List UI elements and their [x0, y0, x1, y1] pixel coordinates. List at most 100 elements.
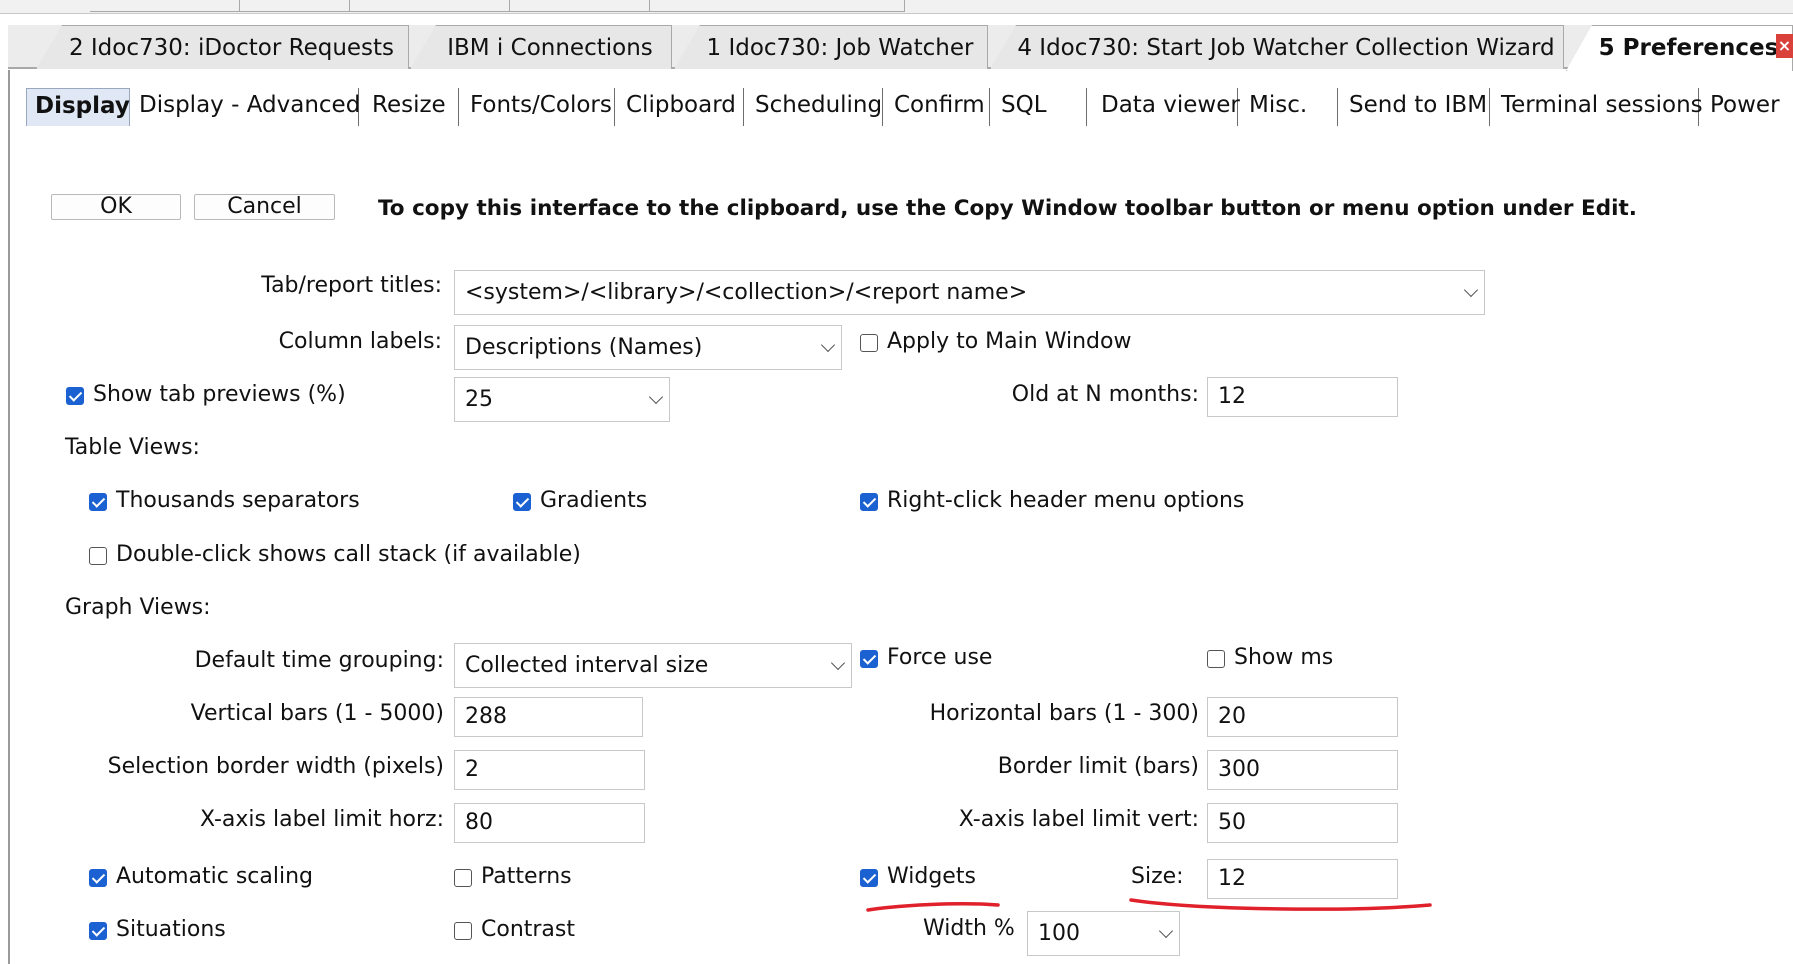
old-at-n-months-label: Old at N months: [1011, 382, 1199, 407]
default-time-grouping-dropdown[interactable]: Collected interval size [454, 643, 852, 688]
doc-tab-start-job-watcher-wizard[interactable]: 4 Idoc730: Start Job Watcher Collection … [990, 25, 1564, 69]
patterns-label: Patterns [481, 864, 572, 889]
horizontal-bars-input[interactable]: 20 [1207, 697, 1398, 737]
old-at-n-months-input[interactable]: 12 [1207, 377, 1398, 417]
show-ms-checkbox[interactable] [1207, 650, 1225, 668]
doc-tab-idoctor-requests[interactable]: 2 Idoc730: iDoctor Requests [36, 25, 409, 69]
x-axis-horz-label: X-axis label limit horz: [200, 807, 444, 832]
pref-tab-sql[interactable]: SQL [993, 88, 1087, 126]
x-axis-vert-input[interactable]: 50 [1207, 803, 1398, 843]
old-at-n-months-value: 12 [1218, 384, 1246, 409]
pref-tab-fonts-colors[interactable]: Fonts/Colors [462, 88, 615, 126]
x-axis-vert-value: 50 [1218, 810, 1246, 835]
contrast-label: Contrast [481, 917, 576, 942]
doc-tab-job-watcher[interactable]: 1 Idoc730: Job Watcher [674, 25, 988, 69]
show-tab-previews-checkbox[interactable] [66, 387, 84, 405]
toolbar-segment [510, 0, 650, 12]
graph-views-heading: Graph Views: [65, 595, 211, 620]
pref-tab-scheduling[interactable]: Scheduling [747, 88, 883, 126]
pref-tab-confirm[interactable]: Confirm [886, 88, 990, 126]
ok-button[interactable]: OK [51, 194, 181, 220]
selection-border-width-input[interactable]: 2 [454, 750, 645, 790]
x-axis-vert-label: X-axis label limit vert: [958, 807, 1199, 832]
thousands-separators-checkbox[interactable] [89, 493, 107, 511]
width-percent-label: Width % [923, 916, 1015, 941]
document-tab-bar: 2 Idoc730: iDoctor Requests IBM i Connec… [8, 25, 1793, 71]
selection-border-width-value: 2 [465, 757, 479, 782]
close-tab-icon[interactable]: × [1776, 34, 1793, 58]
selection-border-width-label: Selection border width (pixels) [107, 754, 444, 779]
widgets-checkbox[interactable] [860, 869, 878, 887]
chevron-down-icon [830, 655, 846, 670]
tab-report-titles-label: Tab/report titles: [261, 273, 442, 298]
default-time-grouping-value: Collected interval size [465, 652, 709, 678]
toolbar-segment [350, 0, 510, 12]
pref-tab-display[interactable]: Display [26, 88, 130, 126]
toolbar-segment [240, 0, 350, 12]
toolbar-segment [90, 0, 240, 12]
tab-report-titles-value: <system>/<library>/<collection>/<report … [465, 279, 1028, 305]
double-click-call-stack-label: Double-click shows call stack (if availa… [116, 542, 581, 567]
tab-report-titles-dropdown[interactable]: <system>/<library>/<collection>/<report … [454, 270, 1485, 315]
thousands-separators-label: Thousands separators [116, 488, 360, 513]
border-limit-input[interactable]: 300 [1207, 750, 1398, 790]
cancel-button[interactable]: Cancel [194, 194, 335, 220]
copy-hint-text: To copy this interface to the clipboard,… [378, 196, 1637, 221]
horizontal-bars-label: Horizontal bars (1 - 300) [929, 701, 1199, 726]
widgets-underline [866, 902, 1000, 912]
x-axis-horz-value: 80 [465, 810, 493, 835]
horizontal-bars-value: 20 [1218, 704, 1246, 729]
show-tab-previews-dropdown[interactable]: 25 [454, 377, 670, 422]
size-input[interactable]: 12 [1207, 859, 1398, 899]
apply-main-window-checkbox[interactable] [860, 334, 878, 352]
column-labels-label: Column labels: [278, 329, 442, 354]
pref-tab-clipboard[interactable]: Clipboard [618, 88, 744, 126]
width-percent-value: 100 [1038, 920, 1080, 946]
pref-tab-display-advanced[interactable]: Display - Advanced [131, 88, 360, 126]
toolbar-segment [650, 0, 905, 12]
automatic-scaling-checkbox[interactable] [89, 869, 107, 887]
vertical-bars-input[interactable]: 288 [454, 697, 643, 737]
default-time-grouping-label: Default time grouping: [194, 648, 444, 673]
situations-checkbox[interactable] [89, 922, 107, 940]
gradients-label: Gradients [540, 488, 648, 513]
chevron-down-icon [648, 389, 664, 404]
right-click-header-checkbox[interactable] [860, 493, 878, 511]
pref-tab-resize[interactable]: Resize [364, 88, 459, 126]
size-label: Size: [1131, 864, 1184, 889]
column-labels-dropdown[interactable]: Descriptions (Names) [454, 325, 842, 370]
contrast-checkbox[interactable] [454, 922, 472, 940]
doc-tab-ibm-i-connections[interactable]: IBM i Connections [410, 25, 672, 69]
force-use-checkbox[interactable] [860, 650, 878, 668]
chevron-down-icon [820, 337, 836, 352]
size-underline [1129, 898, 1432, 911]
show-tab-previews-label: Show tab previews (%) [93, 382, 346, 407]
doc-tab-preferences[interactable]: 5 Preferences [1566, 25, 1793, 71]
pref-tab-power[interactable]: Power [1702, 88, 1793, 126]
double-click-call-stack-checkbox[interactable] [89, 547, 107, 565]
pref-tab-misc[interactable]: Misc. [1241, 88, 1338, 126]
vertical-bars-label: Vertical bars (1 - 5000) [190, 701, 444, 726]
widgets-label: Widgets [887, 864, 976, 889]
border-limit-label: Border limit (bars) [997, 754, 1199, 779]
pref-tab-terminal-sessions[interactable]: Terminal sessions [1493, 88, 1703, 126]
title-strip [0, 0, 1793, 14]
situations-label: Situations [116, 917, 226, 942]
window-border [8, 70, 10, 964]
patterns-checkbox[interactable] [454, 869, 472, 887]
size-value: 12 [1218, 866, 1246, 891]
gradients-checkbox[interactable] [513, 493, 531, 511]
right-click-header-label: Right-click header menu options [887, 488, 1245, 513]
pref-tab-data-viewer[interactable]: Data viewer [1093, 88, 1240, 126]
force-use-label: Force use [887, 645, 993, 670]
width-percent-dropdown[interactable]: 100 [1027, 911, 1180, 956]
border-limit-value: 300 [1218, 757, 1260, 782]
x-axis-horz-input[interactable]: 80 [454, 803, 645, 843]
chevron-down-icon [1463, 282, 1479, 297]
chevron-down-icon [1158, 923, 1174, 938]
pref-tab-send-to-ibm[interactable]: Send to IBM [1341, 88, 1490, 126]
apply-main-window-label: Apply to Main Window [887, 329, 1132, 354]
show-tab-previews-value: 25 [465, 386, 493, 412]
show-ms-label: Show ms [1234, 645, 1334, 670]
column-labels-value: Descriptions (Names) [465, 334, 703, 360]
